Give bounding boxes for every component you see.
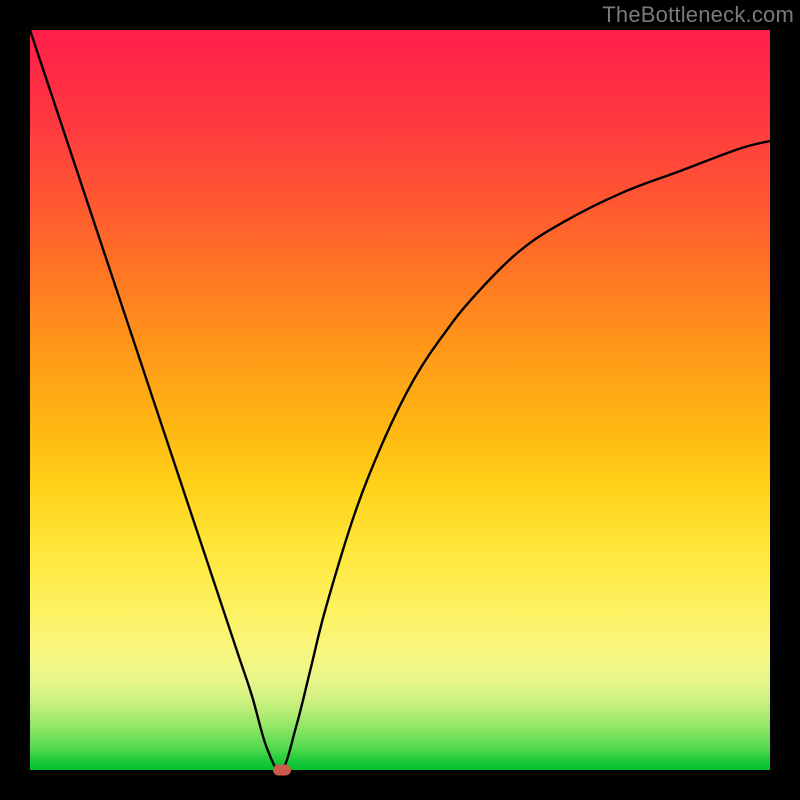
- watermark-text: TheBottleneck.com: [602, 2, 794, 28]
- bottleneck-curve: [30, 30, 770, 770]
- minimum-marker: [273, 765, 291, 776]
- plot-area: [30, 30, 770, 770]
- chart-frame: TheBottleneck.com: [0, 0, 800, 800]
